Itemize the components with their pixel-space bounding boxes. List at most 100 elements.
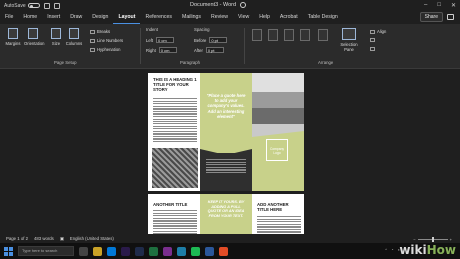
title-bar: AutoSave Document3 - Word – □ ✕ <box>0 0 460 11</box>
share-button[interactable]: Share <box>419 12 443 22</box>
orientation-button[interactable]: Orientation <box>24 28 44 46</box>
tab-help[interactable]: Help <box>254 11 275 24</box>
margins-label: Margins <box>5 41 21 46</box>
indent-left-input[interactable]: 0 cm <box>156 37 174 43</box>
paragraph-group-label: Paragraph <box>180 60 201 65</box>
undo-icon[interactable] <box>53 2 60 9</box>
spacing-after-label: After <box>194 47 203 53</box>
windows-start-icon[interactable] <box>4 246 13 256</box>
premiere-icon[interactable] <box>121 246 130 256</box>
autosave-label: AutoSave <box>4 2 26 9</box>
spotify-icon[interactable] <box>191 246 200 256</box>
edge-icon[interactable] <box>107 246 116 256</box>
zoom-out-icon[interactable]: − <box>413 237 415 242</box>
indent-right-label: Right <box>146 47 156 53</box>
another-title[interactable]: ANOTHER TITLE <box>153 202 197 207</box>
page-count[interactable]: Page 1 of 2 <box>6 236 28 241</box>
body-text[interactable] <box>257 216 301 234</box>
after-effects-icon[interactable] <box>135 246 144 256</box>
body-text[interactable] <box>153 123 197 144</box>
heading-title[interactable]: THIS IS A HEADING 1 TITLE FOR YOUR STORY <box>153 77 197 92</box>
breaks-button[interactable]: Breaks <box>90 29 110 34</box>
indent-right-input[interactable]: 0 cm <box>158 47 177 53</box>
zoom-slider[interactable] <box>417 237 448 242</box>
tab-references[interactable]: References <box>140 11 177 24</box>
save-icon[interactable] <box>43 2 50 9</box>
onenote-icon[interactable] <box>163 246 172 256</box>
minimize-icon[interactable]: – <box>424 2 427 9</box>
margins-button[interactable]: Margins <box>4 28 22 46</box>
tab-home[interactable]: Home <box>18 11 42 24</box>
size-button[interactable]: Size <box>47 28 65 46</box>
columns-label: Columns <box>65 41 83 46</box>
tab-acrobat[interactable]: Acrobat <box>275 11 303 24</box>
taskbar-search-input[interactable]: Type here to search <box>18 246 74 256</box>
bring-forward-icon[interactable] <box>284 29 294 41</box>
tab-file[interactable]: File <box>0 11 18 24</box>
page-1[interactable]: THIS IS A HEADING 1 TITLE FOR YOUR STORY… <box>148 73 304 191</box>
city-photo[interactable] <box>252 73 304 137</box>
tab-design[interactable]: Design <box>87 11 113 24</box>
size-label: Size <box>51 41 61 46</box>
search-icon[interactable] <box>240 2 246 8</box>
language[interactable]: English (United States) <box>70 236 114 241</box>
wrap-text-icon[interactable] <box>268 29 278 41</box>
word-icon[interactable] <box>205 246 214 256</box>
proofing-icon[interactable]: ▣ <box>60 236 64 242</box>
tab-view[interactable]: View <box>233 11 254 24</box>
hyphenation-button[interactable]: Hyphenation <box>90 47 121 52</box>
file-explorer-icon[interactable] <box>93 246 102 256</box>
tab-insert[interactable]: Insert <box>42 11 65 24</box>
tray-chevron-icon[interactable]: ^ <box>385 247 387 252</box>
tab-actions: Share <box>419 12 454 22</box>
spacing-after: After 0 pt <box>194 47 224 53</box>
document-title: Document3 - Word <box>190 2 237 8</box>
spacing-after-input[interactable]: 0 pt <box>205 47 224 53</box>
page-2[interactable]: ANOTHER TITLE KEEP IT YOURS. BY ADDING A… <box>148 194 304 234</box>
zoom-control[interactable]: − + <box>413 237 452 242</box>
tab-table-design[interactable]: Table Design <box>303 11 343 24</box>
add-another-title[interactable]: ADD ANOTHER TITLE HERE <box>257 202 301 212</box>
group-icon[interactable] <box>318 29 328 41</box>
p2-pull-quote[interactable]: KEEP IT YOURS. BY ADDING A PULL QUOTE OR… <box>206 200 246 218</box>
send-backward-icon[interactable] <box>300 29 310 41</box>
tab-mailings[interactable]: Mailings <box>177 11 206 24</box>
indent-left-label: Left <box>146 37 153 43</box>
document-canvas[interactable]: THIS IS A HEADING 1 TITLE FOR YOUR STORY… <box>0 69 460 234</box>
zoom-in-icon[interactable]: + <box>450 237 452 242</box>
indent-right: Right 0 cm <box>146 47 177 53</box>
align-button[interactable]: Align <box>370 29 386 34</box>
body-text[interactable] <box>153 98 197 124</box>
tab-layout[interactable]: Layout <box>113 11 141 24</box>
autosave-toggle[interactable] <box>27 3 40 8</box>
zoom-slider-thumb[interactable] <box>431 237 434 242</box>
rotate-button[interactable] <box>370 47 375 51</box>
network-icon[interactable]: ◔ <box>391 247 393 252</box>
comment-icon[interactable] <box>447 14 454 20</box>
excel-icon[interactable] <box>149 246 158 256</box>
photoshop-icon[interactable] <box>177 246 186 256</box>
pull-quote[interactable]: "Place a quote here to add your company'… <box>206 93 246 119</box>
spacing-before-input[interactable]: 0 pt <box>209 37 228 43</box>
body-text[interactable] <box>153 210 197 234</box>
right-column: Company Logo <box>252 73 304 191</box>
app-icon[interactable] <box>219 246 228 256</box>
hyphenation-label: Hyphenation <box>97 47 121 52</box>
tab-review[interactable]: Review <box>206 11 233 24</box>
word-count[interactable]: 483 words <box>34 236 54 241</box>
columns-icon <box>69 28 79 39</box>
close-icon[interactable]: ✕ <box>451 2 456 9</box>
stairs-photo[interactable] <box>152 148 198 188</box>
p2-right-column: ADD ANOTHER TITLE HERE <box>252 194 304 234</box>
align-icon <box>370 29 375 34</box>
task-view-icon[interactable] <box>79 246 88 256</box>
columns-button[interactable]: Columns <box>65 28 83 46</box>
panel-text[interactable] <box>206 159 246 174</box>
system-tray[interactable]: ^ ◔ ◖ <box>385 247 400 252</box>
line-numbers-button[interactable]: Line Numbers <box>90 38 123 43</box>
group-button[interactable] <box>370 38 375 42</box>
position-icon[interactable] <box>252 29 262 41</box>
tab-draw[interactable]: Draw <box>65 11 87 24</box>
selection-pane-icon[interactable] <box>342 28 356 40</box>
maximize-icon[interactable]: □ <box>437 2 441 9</box>
